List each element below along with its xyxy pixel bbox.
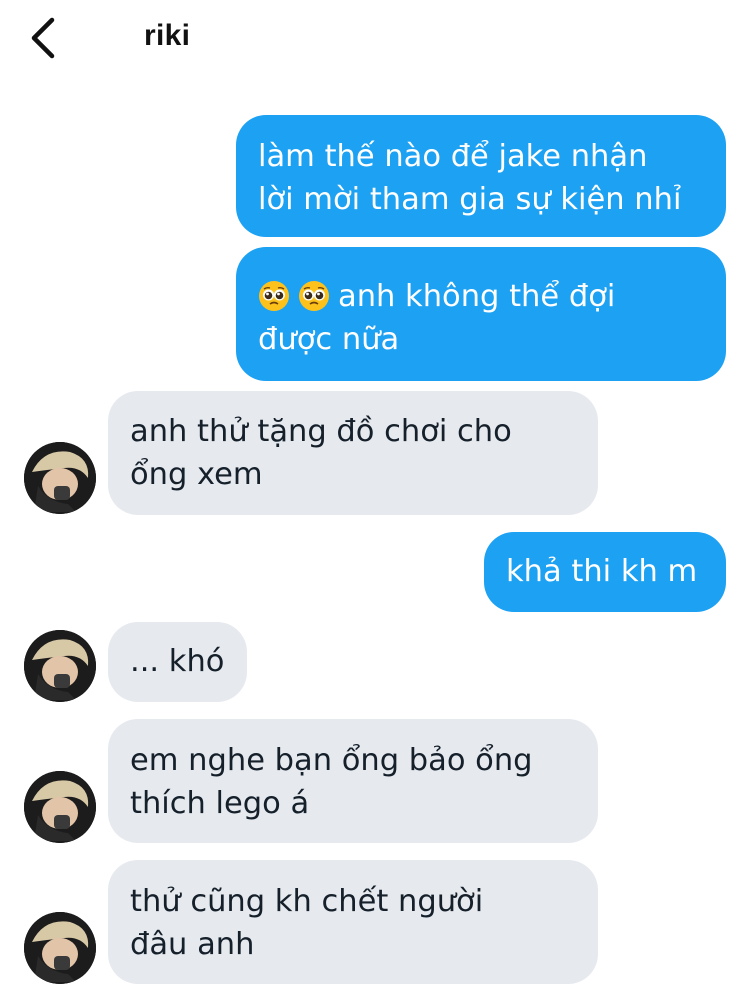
message-text-line: thử cũng kh chết người <box>130 884 484 919</box>
message-bubble-outgoing[interactable]: anh không thể đợi được nữa <box>236 247 726 381</box>
message-bubble-incoming[interactable]: ... khó <box>108 622 247 702</box>
message-bubble-incoming[interactable]: thử cũng kh chết người đâu anh <box>108 860 598 984</box>
avatar[interactable] <box>24 771 96 843</box>
message-bubble-incoming[interactable]: anh thử tặng đồ chơi cho ổng xem <box>108 391 598 515</box>
message-text-line: được nữa <box>258 322 400 357</box>
message-text-line: anh không thể đợi <box>338 279 616 314</box>
chevron-left-icon <box>31 17 55 59</box>
message-text-line: anh thử tặng đồ chơi cho <box>130 414 512 449</box>
message-text-line: đâu anh <box>130 927 255 962</box>
avatar[interactable] <box>24 912 96 984</box>
avatar[interactable] <box>24 630 96 702</box>
pleading-face-icon <box>258 280 290 312</box>
message-bubble-outgoing[interactable]: làm thế nào để jake nhận lời mời tham gi… <box>236 115 726 237</box>
message-text-line: em nghe bạn ổng bảo ổng <box>130 743 533 778</box>
message-text-line: khả thi kh m <box>506 554 698 589</box>
message-text-line: ổng xem <box>130 457 263 492</box>
message-bubble-outgoing[interactable]: khả thi kh m <box>484 532 726 612</box>
message-text-line: lời mời tham gia sự kiện nhỉ <box>258 182 682 217</box>
message-text-line: thích lego á <box>130 786 310 821</box>
chat-title: riki <box>144 19 191 52</box>
chat-header: riki <box>0 0 750 80</box>
message-text-line: làm thế nào để jake nhận <box>258 139 648 174</box>
pleading-face-icon <box>298 280 330 312</box>
back-button[interactable] <box>22 14 66 62</box>
avatar[interactable] <box>24 442 96 514</box>
message-text-line: ... khó <box>130 644 225 679</box>
message-bubble-incoming[interactable]: em nghe bạn ổng bảo ổng thích lego á <box>108 719 598 843</box>
